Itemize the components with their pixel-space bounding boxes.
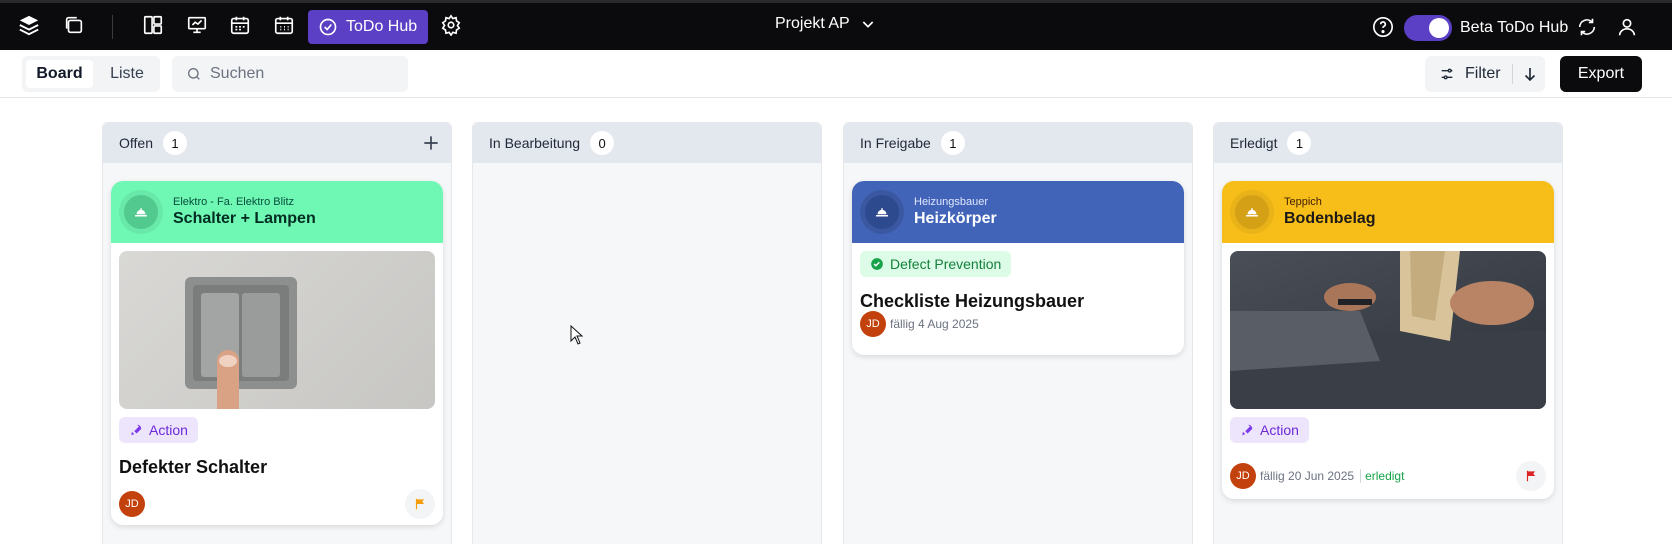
column-title: Offen <box>119 135 153 151</box>
due-date: fällig 4 Aug 2025 <box>890 317 979 331</box>
column-in-bearbeitung: In Bearbeitung 0 <box>472 122 822 544</box>
avatar[interactable]: JD <box>1230 463 1256 489</box>
toggle-knob <box>1429 18 1449 38</box>
check-circle-icon <box>319 18 337 36</box>
beta-label: Beta ToDo Hub <box>1460 19 1569 36</box>
hard-hat-icon <box>1246 208 1258 217</box>
arrow-down-icon[interactable] <box>1521 65 1539 83</box>
user-icon[interactable] <box>1616 16 1638 38</box>
todo-hub-button[interactable]: ToDo Hub <box>308 10 428 44</box>
carpet-image <box>1230 251 1546 409</box>
view-switch: Board Liste <box>22 56 160 92</box>
avatar[interactable]: JD <box>119 491 145 517</box>
trade-badge <box>860 190 904 234</box>
card-category: Elektro - Fa. Elektro Blitz <box>173 196 295 208</box>
chevron-down-icon <box>862 21 873 28</box>
board-icon[interactable] <box>141 13 165 37</box>
column-offen: Offen 1 Elektro - Fa. Elektro Blitz Scha… <box>102 122 452 544</box>
gear-icon[interactable] <box>439 13 463 37</box>
layers-icon[interactable] <box>17 13 41 37</box>
hard-hat-icon <box>135 208 147 217</box>
column-erledigt: Erledigt 1 Teppich Bodenbelag Action JD … <box>1213 122 1563 544</box>
card-title: Schalter + Lampen <box>173 210 316 227</box>
card-category: Teppich <box>1284 196 1322 208</box>
column-count: 1 <box>1287 131 1312 155</box>
documents-icon[interactable] <box>62 13 86 37</box>
task-card[interactable]: Elektro - Fa. Elektro Blitz Schalter + L… <box>111 181 443 525</box>
filter-label: Filter <box>1465 65 1501 82</box>
column-count: 1 <box>163 131 187 155</box>
search-input[interactable] <box>210 65 390 83</box>
column-count: 1 <box>940 131 965 155</box>
column-header: In Bearbeitung 0 <box>473 123 821 163</box>
filter-button[interactable]: Filter <box>1439 56 1501 92</box>
rocket-icon <box>1242 424 1253 436</box>
status-label: erledigt <box>1360 469 1404 483</box>
flag-button[interactable] <box>405 489 435 519</box>
card-title: Bodenbelag <box>1284 210 1376 227</box>
sync-icon[interactable] <box>1576 16 1598 38</box>
toolbar-separator <box>112 15 113 39</box>
column-count: 0 <box>590 131 615 155</box>
project-selector[interactable]: Projekt AP <box>775 15 876 33</box>
top-navigation-bar: ToDo Hub Projekt AP Beta ToDo Hub <box>0 0 1672 50</box>
search-box <box>172 56 408 92</box>
filter-divider <box>1512 64 1513 84</box>
due-date: fällig 20 Jun 2025 <box>1260 469 1355 483</box>
column-title: In Freigabe <box>860 135 931 151</box>
tag-label: Defect Prevention <box>890 256 1002 272</box>
column-title: Erledigt <box>1230 135 1278 151</box>
card-task-title: Checkliste Heizungsbauer <box>860 291 1085 311</box>
flag-button[interactable] <box>1516 461 1546 491</box>
card-category: Heizungsbauer <box>914 196 988 208</box>
trade-badge <box>1230 190 1274 234</box>
filter-group: Filter <box>1425 56 1545 92</box>
trade-badge <box>119 190 163 234</box>
card-header: Elektro - Fa. Elektro Blitz Schalter + L… <box>111 181 443 243</box>
card-header: Heizungsbauer Heizkörper <box>852 181 1184 243</box>
beta-toggle[interactable] <box>1404 15 1452 41</box>
search-icon <box>188 68 200 80</box>
project-name: Projekt AP <box>775 15 850 32</box>
mouse-cursor-icon <box>570 325 584 345</box>
calendar-grid-icon[interactable] <box>272 13 296 37</box>
card-meta: JD fällig 20 Jun 2025 erledigt <box>1230 463 1404 489</box>
help-icon[interactable] <box>1372 16 1394 38</box>
avatar[interactable]: JD <box>860 311 886 337</box>
tag-label: Action <box>149 422 188 438</box>
calendar-icon[interactable] <box>228 13 252 37</box>
light-switch-image <box>119 251 435 409</box>
tag-action: Action <box>1230 417 1309 443</box>
flag-icon <box>415 498 425 510</box>
column-header: Erledigt 1 <box>1214 123 1562 163</box>
card-title: Heizkörper <box>914 210 997 227</box>
export-button[interactable]: Export <box>1560 56 1642 92</box>
rocket-icon <box>131 424 142 436</box>
task-card[interactable]: Heizungsbauer Heizkörper Defect Preventi… <box>852 181 1184 355</box>
column-title: In Bearbeitung <box>489 135 581 151</box>
todo-hub-label: ToDo Hub <box>346 18 418 35</box>
sliders-icon <box>1441 68 1453 80</box>
tag-defect-prevention: Defect Prevention <box>860 251 1012 277</box>
plus-icon[interactable] <box>421 133 441 153</box>
card-meta: JD fällig 4 Aug 2025 <box>860 311 979 337</box>
column-header: Offen 1 <box>103 123 451 163</box>
flag-icon <box>1526 470 1536 482</box>
task-card[interactable]: Teppich Bodenbelag Action JD fällig 20 J… <box>1222 181 1554 499</box>
tab-liste[interactable]: Liste <box>97 60 157 88</box>
card-task-title: Defekter Schalter <box>119 457 268 477</box>
card-header: Teppich Bodenbelag <box>1222 181 1554 243</box>
board-toolbar: Board Liste Filter Export <box>0 50 1672 98</box>
tag-label: Action <box>1260 422 1299 438</box>
hard-hat-icon <box>876 208 888 217</box>
tag-action: Action <box>119 417 198 443</box>
presentation-icon[interactable] <box>185 13 209 37</box>
check-circle-icon <box>871 258 883 270</box>
tab-board[interactable]: Board <box>26 60 93 88</box>
column-in-freigabe: In Freigabe 1 Heizungsbauer Heizkörper D… <box>843 122 1193 544</box>
column-header: In Freigabe 1 <box>844 123 1192 163</box>
